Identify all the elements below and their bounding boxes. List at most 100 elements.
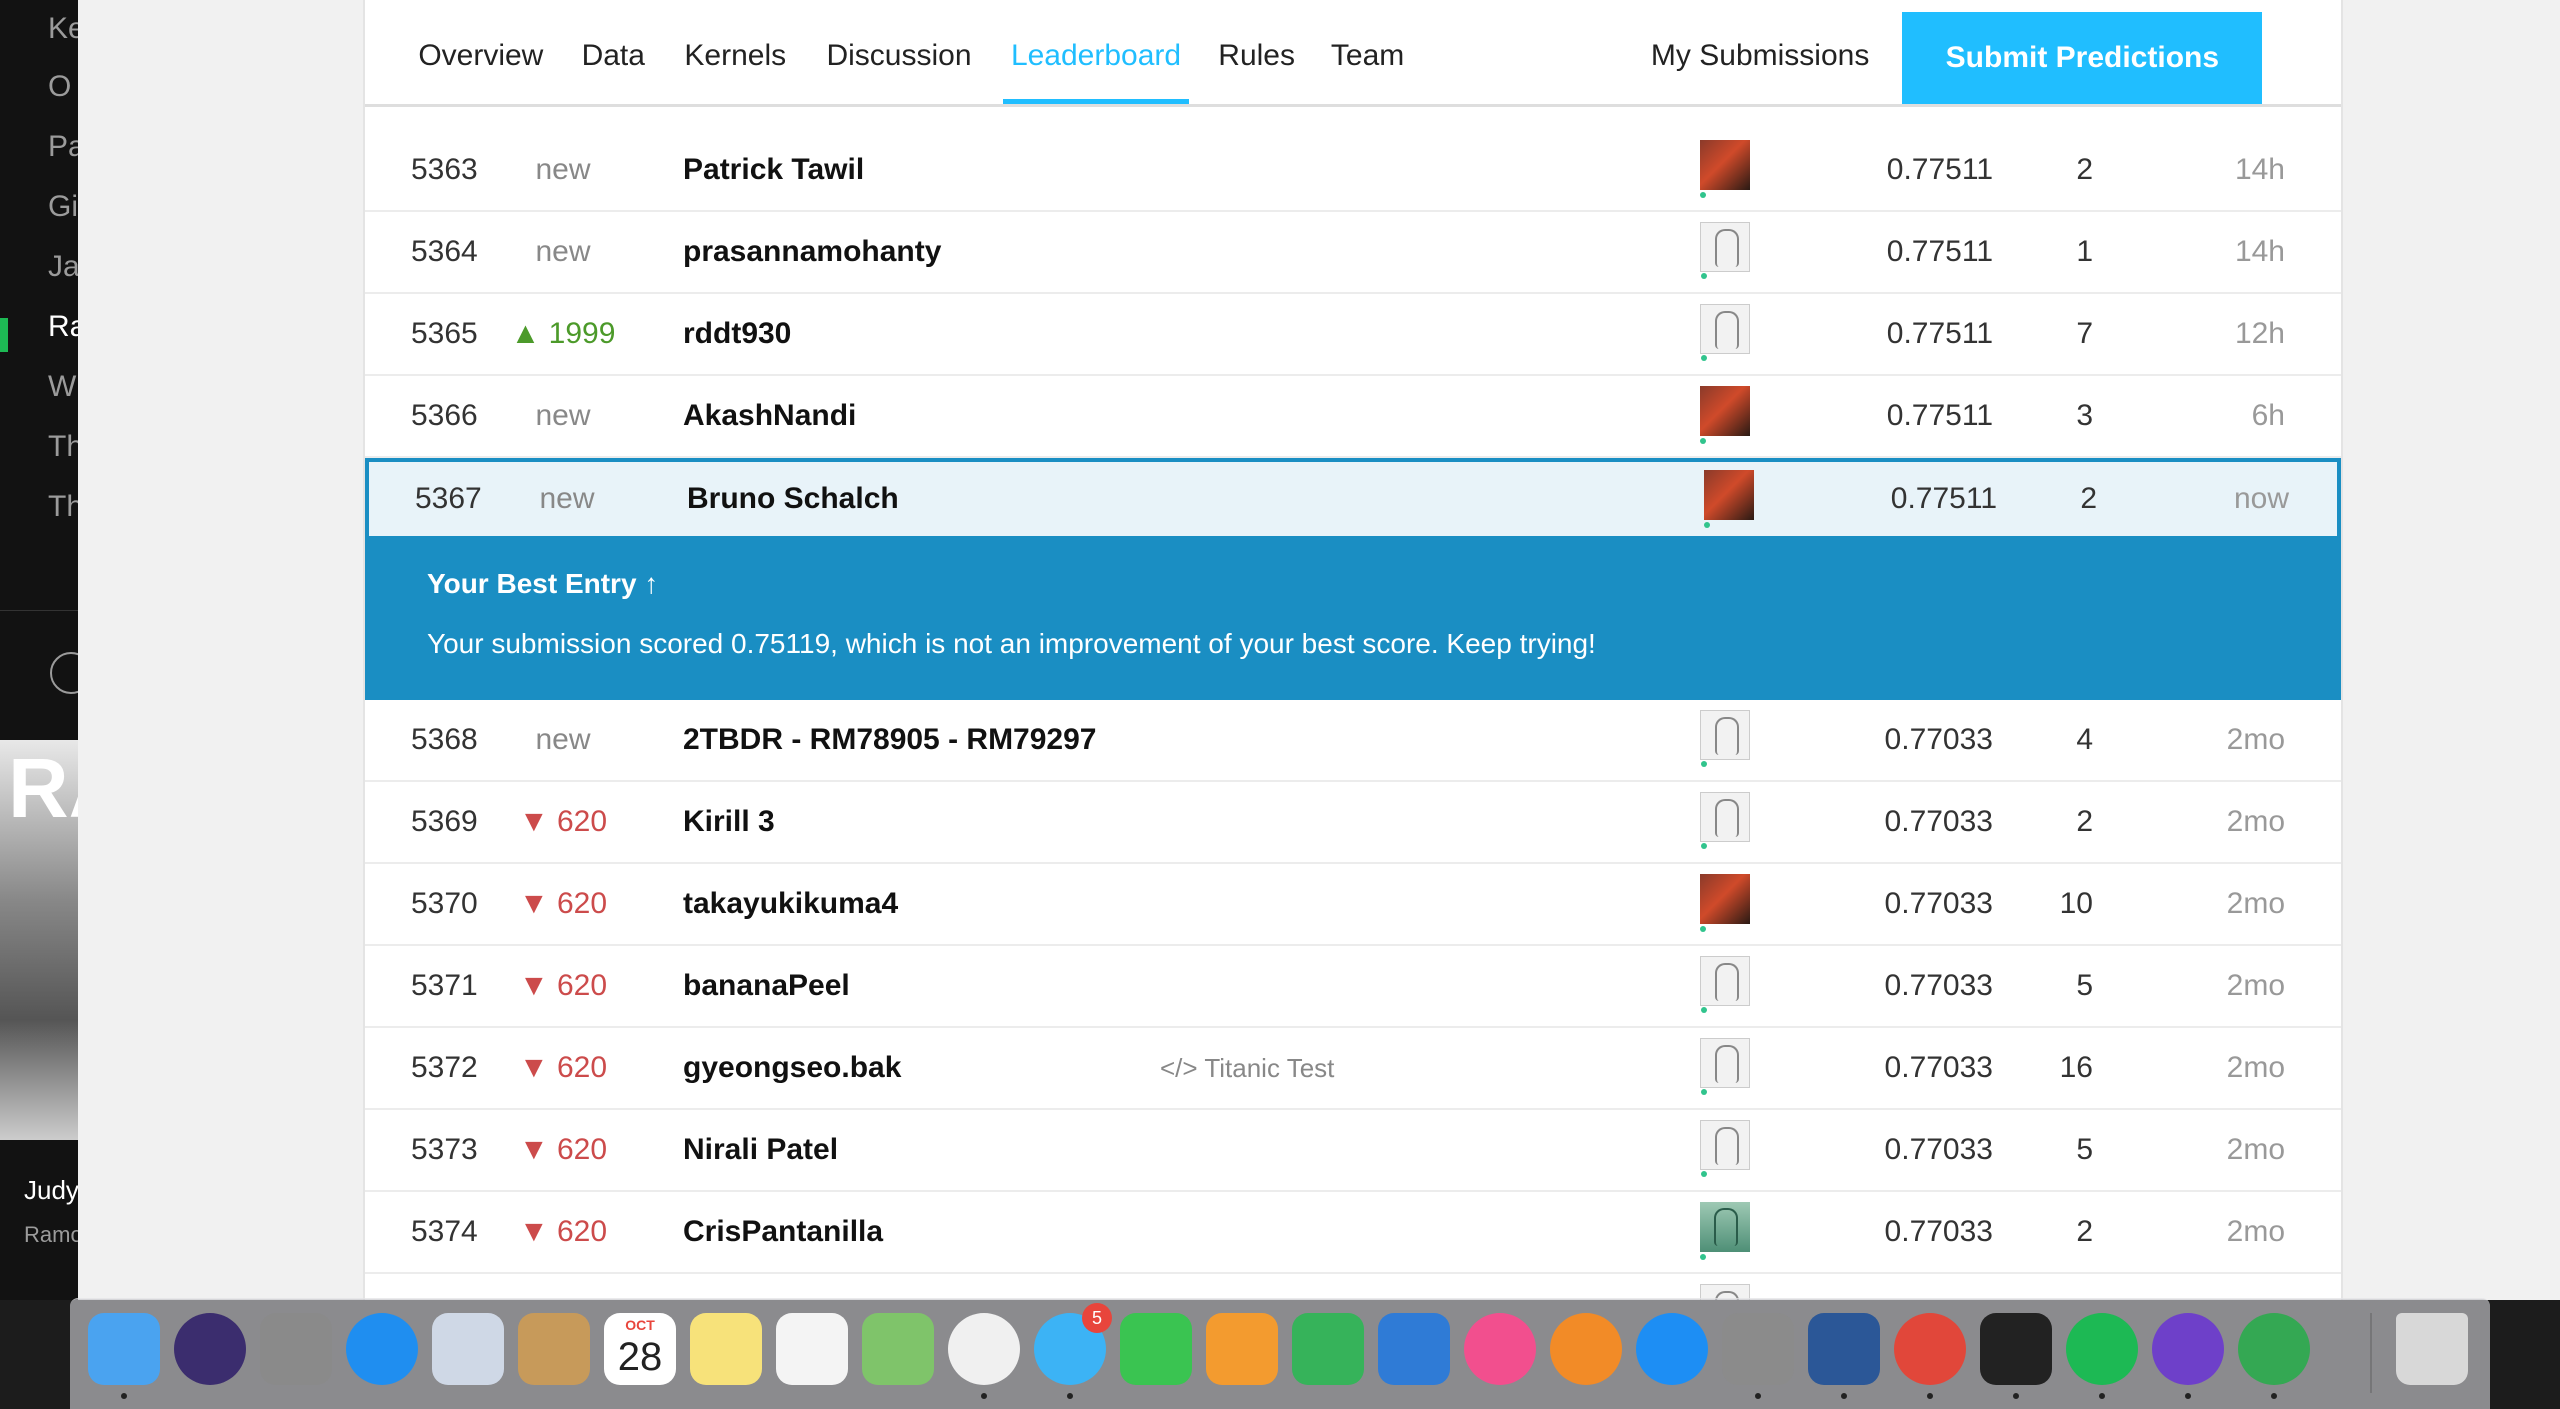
app-store-icon[interactable] [1636, 1313, 1708, 1385]
rank-cell: 5375 [411, 1274, 478, 1300]
terminal-icon[interactable] [1980, 1313, 2052, 1385]
sidebar-nav-item[interactable]: O [48, 70, 71, 104]
chrome-icon[interactable] [1894, 1313, 1966, 1385]
leaderboard-row[interactable]: 5371 ▼ 620 bananaPeel 0.77033 5 2mo [365, 946, 2341, 1028]
reminders-icon[interactable] [776, 1313, 848, 1385]
team-member-avatar[interactable] [1700, 1202, 1750, 1260]
score-cell: 0.77033 [1843, 1274, 1993, 1300]
finder-icon[interactable] [88, 1313, 160, 1385]
team-name-link[interactable]: rddt930 [683, 294, 791, 374]
team-member-avatar[interactable] [1700, 1120, 1750, 1177]
team-name-link[interactable]: AkashNandi [683, 376, 856, 456]
keynote-icon[interactable] [1378, 1313, 1450, 1385]
tab-kernels[interactable]: Kernels [676, 12, 794, 104]
team-member-avatar[interactable] [1700, 386, 1750, 444]
rank-change-cell: new [535, 399, 591, 432]
mail-icon[interactable] [432, 1313, 504, 1385]
facetime-icon[interactable] [1120, 1313, 1192, 1385]
siri-icon[interactable] [174, 1313, 246, 1385]
kaggle-page: Overview Data Kernels Discussion Leaderboard… [363, 0, 2343, 1300]
team-name-link[interactable]: 2TBDR - RM78905 - RM79297 [683, 700, 1096, 780]
sidebar-nav-item[interactable]: Pa [48, 130, 78, 164]
tab-leaderboard[interactable]: Leaderboard [1002, 12, 1190, 104]
sync-icon[interactable] [2238, 1313, 2310, 1385]
maps-icon[interactable] [862, 1313, 934, 1385]
sidebar-nav-item[interactable]: Ra [48, 310, 78, 344]
team-member-avatar[interactable] [1700, 710, 1750, 767]
now-playing-title[interactable]: Judy [24, 1175, 78, 1206]
add-playlist-icon[interactable] [50, 652, 78, 694]
leaderboard-row[interactable]: 5365 ▲ 1999 rddt930 0.77511 7 12h [365, 294, 2341, 376]
tab-data[interactable]: Data [574, 12, 653, 104]
team-member-avatar[interactable] [1700, 956, 1750, 1013]
team-member-avatar[interactable] [1700, 222, 1750, 279]
my-submissions-link[interactable]: My Submissions [1651, 12, 1869, 104]
last-submission-cell: 2mo [2226, 1133, 2285, 1166]
leaderboard-row[interactable]: 5372 ▼ 620 gyeongseo.bak </> Titanic Test 0.… [365, 1028, 2341, 1110]
leaderboard-row[interactable]: 5375 ▼ 620 MOTHY 0.770334 2mo [365, 1274, 2341, 1300]
pages-icon[interactable] [1206, 1313, 1278, 1385]
numbers-icon[interactable] [1292, 1313, 1364, 1385]
leaderboard-row[interactable]: 5366 new AkashNandi 0.77511 3 6h [365, 376, 2341, 458]
sidebar-nav-item[interactable]: W [48, 370, 76, 404]
kernel-link[interactable]: </> Titanic Test [1160, 1028, 1334, 1108]
photos-icon[interactable] [948, 1313, 1020, 1385]
sidebar-nav-item[interactable]: Ke [48, 12, 78, 46]
leaderboard-row[interactable]: 5368 new 2TBDR - RM78905 - RM79297 0.77033 4… [365, 700, 2341, 782]
ibooks-icon[interactable] [1550, 1313, 1622, 1385]
tier-dot [1701, 1171, 1707, 1177]
team-member-avatar[interactable] [1700, 874, 1750, 932]
sidebar-nav-item[interactable]: Ja [48, 250, 78, 284]
team-name-link[interactable]: Patrick Tawil [683, 130, 864, 210]
leaderboard-row[interactable]: 5364 new prasannamohanty 0.77511 1 14h [365, 212, 2341, 294]
tab-discussion[interactable]: Discussion [818, 12, 979, 104]
leaderboard-row-current-user[interactable]: 5367 new Bruno Schalch 0.77511 2 now [365, 458, 2341, 540]
tier-dot [1701, 355, 1707, 361]
leaderboard-row[interactable]: 5370 ▼ 620 takayukikuma4 0.77033 10 2mo [365, 864, 2341, 946]
team-name-link[interactable]: Nirali Patel [683, 1110, 838, 1190]
word-icon[interactable] [1808, 1313, 1880, 1385]
team-name-link[interactable]: Bruno Schalch [687, 462, 899, 536]
entries-cell: 2 [2076, 805, 2093, 838]
entries-cell: 4 [1973, 1274, 2093, 1300]
notes-icon[interactable] [690, 1313, 762, 1385]
now-playing-artist[interactable]: Ramo [24, 1222, 78, 1248]
tab-rules[interactable]: Rules [1210, 12, 1303, 104]
messages-icon[interactable]: 5 [1034, 1303, 1112, 1385]
team-name-link[interactable]: gyeongseo.bak [683, 1028, 901, 1108]
banner-title[interactable]: Your Best Entry ↑ [427, 568, 658, 600]
calendar-icon[interactable]: OCT 28 [604, 1313, 676, 1385]
leaderboard-row[interactable]: 5363 new Patrick Tawil 0.77511 2 14h [365, 130, 2341, 212]
itunes-icon[interactable] [1464, 1313, 1536, 1385]
sidebar-nav-item[interactable]: Th [48, 430, 78, 464]
github-desktop-icon[interactable] [2152, 1313, 2224, 1385]
contacts-icon[interactable] [518, 1313, 590, 1385]
team-name-link[interactable]: Kirill 3 [683, 782, 775, 862]
system-preferences-icon[interactable] [1722, 1313, 1794, 1385]
leaderboard-row[interactable]: 5369 ▼ 620 Kirill 3 0.77033 2 2mo [365, 782, 2341, 864]
safari-icon[interactable] [346, 1313, 418, 1385]
team-name-link[interactable]: CrisPantanilla [683, 1192, 883, 1272]
tab-overview[interactable]: Overview [410, 12, 551, 104]
team-member-avatar[interactable] [1700, 304, 1750, 361]
team-member-avatar[interactable] [1700, 140, 1750, 198]
spotify-icon[interactable] [2066, 1313, 2138, 1385]
submit-predictions-button[interactable]: Submit Predictions [1902, 12, 2263, 104]
running-indicator [2271, 1393, 2277, 1399]
tab-team[interactable]: Team [1323, 12, 1412, 104]
sidebar-divider [0, 610, 78, 611]
launchpad-icon[interactable] [260, 1313, 332, 1385]
team-name-link[interactable]: takayukikuma4 [683, 864, 898, 944]
team-member-avatar[interactable] [1700, 792, 1750, 849]
entries-cell: 7 [2076, 317, 2093, 350]
team-member-avatar[interactable] [1700, 1038, 1750, 1095]
leaderboard-row[interactable]: 5373 ▼ 620 Nirali Patel 0.77033 5 2mo [365, 1110, 2341, 1192]
trash-icon[interactable] [2396, 1313, 2468, 1385]
team-name-link[interactable]: prasannamohanty [683, 212, 941, 292]
leaderboard-row[interactable]: 5374 ▼ 620 CrisPantanilla 0.77033 2 2mo [365, 1192, 2341, 1274]
team-name-link[interactable]: bananaPeel [683, 946, 850, 1026]
sidebar-nav-item[interactable]: Gi [48, 190, 78, 224]
sidebar-nav-item[interactable]: Th [48, 490, 78, 524]
team-name-link[interactable]: MOTHY [683, 1274, 791, 1300]
team-member-avatar[interactable] [1704, 470, 1754, 528]
